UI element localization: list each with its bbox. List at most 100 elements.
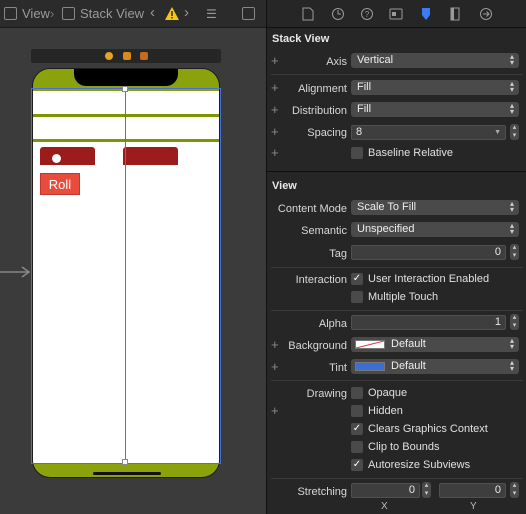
interaction-label: Interaction bbox=[295, 274, 347, 286]
scene-dock bbox=[31, 49, 221, 63]
stretching-y-stepper[interactable]: ▴ ▾ bbox=[510, 482, 519, 498]
multiple-touch-checkbox[interactable] bbox=[351, 291, 363, 303]
section-divider bbox=[267, 171, 526, 172]
connections-inspector-icon[interactable] bbox=[479, 7, 493, 21]
axis-label: Axis bbox=[326, 56, 347, 68]
jump-bar-stack-view[interactable]: Stack View bbox=[80, 6, 144, 21]
divider bbox=[271, 310, 523, 311]
stack-view-icon bbox=[62, 7, 75, 20]
exit-icon[interactable] bbox=[140, 52, 148, 60]
tint-label: Tint bbox=[329, 362, 347, 374]
size-inspector-icon[interactable] bbox=[448, 7, 462, 21]
divider bbox=[271, 478, 523, 479]
multiple-touch-label: Multiple Touch bbox=[368, 291, 439, 303]
divider bbox=[271, 267, 523, 268]
distribution-label: Distribution bbox=[291, 105, 347, 117]
autoresize-label: Autoresize Subviews bbox=[368, 459, 471, 471]
content-mode-popup[interactable]: Scale To Fill ▴ ▾ bbox=[351, 200, 519, 215]
attributes-inspector: ? Stack View + Axis Vertical ▴ ▾ + Alignme… bbox=[266, 0, 526, 514]
svg-text:?: ? bbox=[365, 10, 370, 19]
entry-point-arrow-icon[interactable] bbox=[0, 264, 30, 280]
jump-bar-view[interactable]: View bbox=[22, 6, 50, 21]
tint-popup[interactable]: Default ▴ ▾ bbox=[351, 359, 519, 374]
axis-popup[interactable]: Vertical ▴ ▾ bbox=[351, 53, 519, 68]
section-title-stack-view: Stack View bbox=[272, 33, 330, 45]
divider bbox=[271, 74, 523, 75]
updown-chevron-icon: ▴ ▾ bbox=[509, 336, 514, 351]
warning-icon[interactable] bbox=[165, 7, 179, 20]
add-variation-hidden[interactable]: + bbox=[271, 403, 279, 418]
opaque-checkbox[interactable] bbox=[351, 387, 363, 399]
clears-graphics-checkbox[interactable]: ✓ bbox=[351, 423, 363, 435]
user-interaction-label: User Interaction Enabled bbox=[368, 273, 490, 285]
stretching-x-field[interactable]: 0 bbox=[351, 483, 420, 498]
back-icon[interactable]: ‹ bbox=[150, 4, 155, 21]
autoresize-checkbox[interactable]: ✓ bbox=[351, 459, 363, 471]
baseline-relative-checkbox[interactable] bbox=[351, 147, 363, 159]
inspector-tab-bar: ? bbox=[267, 0, 526, 28]
jump-bar: View › Stack View ‹ › ☰ bbox=[0, 0, 266, 28]
stretching-y-sublabel: Y bbox=[470, 501, 477, 512]
divider bbox=[271, 380, 523, 381]
tint-color-swatch-icon bbox=[355, 362, 385, 371]
alignment-label: Alignment bbox=[298, 83, 347, 95]
opaque-label: Opaque bbox=[368, 387, 408, 399]
section-title-view: View bbox=[272, 180, 297, 192]
stack-view-center-guide bbox=[125, 89, 126, 464]
hidden-label: Hidden bbox=[368, 405, 403, 417]
background-popup[interactable]: Default ▴ ▾ bbox=[351, 337, 519, 352]
first-responder-icon[interactable] bbox=[123, 52, 131, 60]
stack-view-selection[interactable] bbox=[31, 88, 221, 464]
tag-field[interactable]: 0 bbox=[351, 245, 506, 260]
updown-chevron-icon: ▴ ▾ bbox=[509, 199, 514, 214]
document-outline-icon[interactable]: ☰ bbox=[206, 7, 217, 21]
view-icon bbox=[4, 7, 17, 20]
alpha-label: Alpha bbox=[318, 318, 347, 330]
add-variation-baseline[interactable]: + bbox=[271, 145, 279, 160]
updown-chevron-icon: ▴ ▾ bbox=[509, 101, 514, 116]
identity-inspector-icon[interactable] bbox=[389, 7, 403, 21]
background-label: Background bbox=[288, 340, 347, 352]
spacing-stepper[interactable]: ▴ ▾ bbox=[510, 124, 519, 140]
default-color-swatch-icon bbox=[355, 340, 385, 349]
device-notch bbox=[74, 69, 178, 86]
clears-graphics-label: Clears Graphics Context bbox=[368, 423, 488, 435]
view-controller-icon[interactable] bbox=[105, 52, 113, 60]
clip-to-bounds-label: Clip to Bounds bbox=[368, 441, 440, 453]
resize-handle-top[interactable] bbox=[122, 86, 128, 92]
help-inspector-icon[interactable]: ? bbox=[360, 7, 374, 21]
updown-chevron-icon: ▴ ▾ bbox=[509, 221, 514, 236]
semantic-popup[interactable]: Unspecified ▴ ▾ bbox=[351, 222, 519, 237]
history-inspector-icon[interactable] bbox=[331, 7, 345, 21]
drawing-label: Drawing bbox=[306, 388, 347, 400]
alignment-popup[interactable]: Fill ▴ ▾ bbox=[351, 80, 519, 95]
semantic-label: Semantic bbox=[301, 225, 347, 237]
user-interaction-checkbox[interactable]: ✓ bbox=[351, 273, 363, 285]
stretching-x-sublabel: X bbox=[381, 501, 388, 512]
resize-handle-bottom[interactable] bbox=[122, 459, 128, 465]
alpha-stepper[interactable]: ▴ ▾ bbox=[510, 314, 519, 330]
stretching-label: Stretching bbox=[297, 486, 347, 498]
spacing-label: Spacing bbox=[307, 127, 347, 139]
chevron-right-icon: › bbox=[50, 6, 55, 21]
clip-to-bounds-checkbox[interactable] bbox=[351, 441, 363, 453]
forward-icon[interactable]: › bbox=[184, 4, 189, 21]
hidden-checkbox[interactable] bbox=[351, 405, 363, 417]
tag-label: Tag bbox=[329, 248, 347, 260]
stretching-x-stepper[interactable]: ▴ ▾ bbox=[422, 482, 431, 498]
baseline-relative-label: Baseline Relative bbox=[368, 147, 453, 159]
attributes-inspector-icon[interactable] bbox=[419, 7, 433, 21]
content-mode-label: Content Mode bbox=[277, 203, 347, 215]
stretching-y-field[interactable]: 0 bbox=[439, 483, 506, 498]
updown-chevron-icon: ▴ ▾ bbox=[509, 358, 514, 373]
storyboard-canvas[interactable]: View › Stack View ‹ › ☰ Roll bbox=[0, 0, 266, 514]
file-inspector-icon[interactable] bbox=[301, 7, 315, 21]
home-indicator bbox=[93, 472, 161, 475]
assistant-editor-icon[interactable] bbox=[242, 7, 255, 20]
spacing-field[interactable]: 8 ▼ bbox=[351, 125, 506, 140]
alpha-field[interactable]: 1 bbox=[351, 315, 506, 330]
dropdown-arrow-icon[interactable]: ▼ bbox=[494, 126, 501, 139]
tag-stepper[interactable]: ▴ ▾ bbox=[510, 244, 519, 260]
distribution-popup[interactable]: Fill ▴ ▾ bbox=[351, 102, 519, 117]
updown-chevron-icon: ▴ ▾ bbox=[509, 52, 514, 67]
